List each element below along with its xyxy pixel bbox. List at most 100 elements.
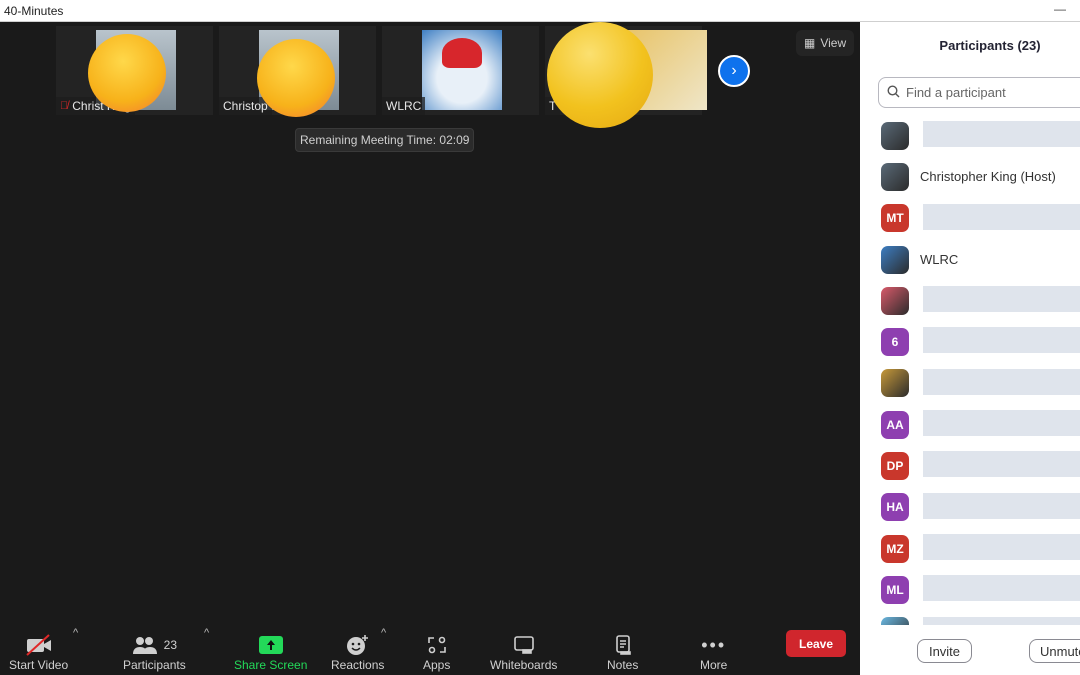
unamused-face-emoji-icon [257,39,335,117]
participant-search[interactable] [878,77,1080,108]
minimize-button[interactable]: — [1054,2,1066,16]
smiley-plus-icon [345,632,371,658]
participant-row[interactable]: HA [860,487,1080,528]
more-button[interactable]: ••• More [700,632,728,673]
window-title: 40-Minutes [4,4,64,18]
initials-avatar: MT [881,204,909,233]
share-up-arrow-icon [258,632,283,658]
participant-row[interactable]: ML [860,569,1080,610]
panel-title: Participants (23) [939,38,1041,53]
participant-row[interactable]: WLRC [860,239,1080,280]
unmute-all-button[interactable]: Unmute All [1029,639,1080,663]
participant-row[interactable]: Christopher King (Host) [860,156,1080,197]
participant-row[interactable]: MZ [860,528,1080,569]
whiteboards-button[interactable]: Whiteboards [490,632,557,672]
participant-row[interactable] [860,363,1080,404]
participant-row[interactable] [860,115,1080,156]
ellipsis-icon: ••• [701,634,727,655]
redacted-name-block [923,575,1080,602]
participant-list[interactable]: Christopher King (Host) MT WLRC 6 AA DP HA MZ ML [860,115,1080,625]
participants-options-caret[interactable]: ^ [204,627,209,639]
video-tile[interactable]: Christop [219,26,376,117]
video-off-icon [25,632,53,658]
participants-panel: Participants (23) Christopher King (Host… [860,22,1080,675]
video-tile[interactable]: 🎙̸ Christ King [56,26,213,115]
view-button[interactable]: ▦ View [796,30,855,56]
meeting-toolbar: Start Video ^ 23 Participants ^ Share Sc… [0,615,860,675]
participant-name: WLRC [920,252,959,268]
view-label: View [820,36,847,50]
more-label: More [700,658,728,672]
redacted-name-block [923,533,1080,560]
redacted-name-block [923,121,1080,147]
gallery-strip: 🎙̸ Christ King Christop WLRC T [56,22,707,128]
whiteboards-label: Whiteboards [490,658,558,672]
smiling-face-emoji-icon [547,22,653,128]
redacted-name-block [923,203,1080,230]
initials-avatar: ML [881,575,909,604]
participant-avatar [422,30,502,110]
search-input[interactable] [906,85,1076,100]
meeting-area: 🎙̸ Christ King Christop WLRC T › ▦ View … [0,22,860,675]
participant-count: 23 [163,638,178,652]
participant-row[interactable]: 6 [860,321,1080,362]
mic-muted-icon: 🎙̸ [60,100,69,112]
initials-avatar: HA [881,493,909,522]
photo-avatar [881,162,909,191]
photo-avatar [881,121,909,150]
apps-icon [427,632,447,658]
redacted-name-block [923,410,1080,437]
chevron-right-icon: › [731,62,737,79]
participant-row[interactable] [860,611,1080,625]
initials-avatar: AA [881,410,909,439]
video-tile[interactable]: WLRC [382,26,539,115]
redacted-name-block [923,616,1080,625]
window-titlebar: 40-Minutes — [0,0,1080,22]
invite-button[interactable]: Invite [917,639,972,663]
participant-row[interactable] [860,280,1080,321]
people-icon: 23 [132,632,177,658]
start-video-button[interactable]: Start Video [9,632,68,672]
unamused-face-emoji-icon [88,34,166,112]
redacted-name-block [923,286,1080,313]
video-options-caret[interactable]: ^ [73,627,78,639]
reactions-options-caret[interactable]: ^ [381,627,386,639]
participants-label: Participants [123,658,186,672]
redacted-name-block [923,451,1080,478]
remaining-time-badge: Remaining Meeting Time: 02:09 [295,128,475,152]
reactions-label: Reactions [331,658,385,672]
initials-avatar: DP [881,452,909,481]
next-page-button[interactable]: › [718,55,750,87]
grid-icon: ▦ [804,36,816,50]
search-icon [887,84,900,101]
apps-label: Apps [423,658,451,672]
share-screen-button[interactable]: Share Screen [234,632,307,672]
notes-button[interactable]: Notes [607,632,638,672]
apps-button[interactable]: Apps [423,632,450,672]
photo-avatar [881,617,909,625]
redacted-name-block [923,327,1080,354]
tile-name: Christop [223,99,268,113]
participant-row[interactable]: MT [860,198,1080,239]
notes-icon [614,632,632,658]
participant-name: Christopher King (Host) [920,169,1056,185]
leave-button[interactable]: Leave [786,630,846,657]
panel-footer: Invite Unmute All [860,639,1080,663]
photo-avatar [881,369,909,398]
start-video-label: Start Video [9,658,69,672]
initials-avatar: MZ [881,534,909,563]
initials-avatar: 6 [881,328,909,357]
share-screen-label: Share Screen [234,658,308,672]
participant-row[interactable]: AA [860,404,1080,445]
tile-name-label: WLRC [382,97,426,115]
participants-button[interactable]: 23 Participants [123,632,186,672]
notes-label: Notes [607,658,639,672]
redacted-name-block [923,368,1080,395]
tile-name: WLRC [386,99,422,113]
whiteboard-icon [513,632,535,658]
redacted-name-block [923,492,1080,519]
photo-avatar [881,286,909,315]
video-tile[interactable]: T [545,22,707,128]
reactions-button[interactable]: Reactions [331,632,384,672]
participant-row[interactable]: DP [860,445,1080,486]
